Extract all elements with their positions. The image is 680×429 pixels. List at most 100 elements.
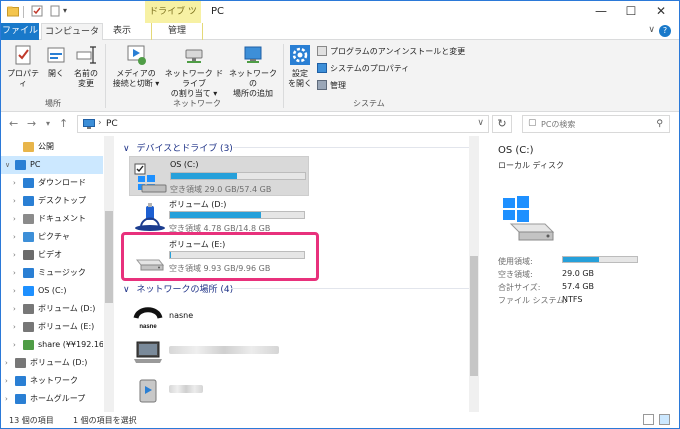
media-connect-button[interactable]: メディアの 接続と切断 ▾ [109,44,163,89]
desktop-icon [23,196,34,206]
network-item-nasne[interactable]: nasne nasne [129,302,309,332]
pc-icon [83,119,95,129]
tab-view[interactable]: 表示 [105,23,139,40]
search-box[interactable]: ▢ PCの検索 ⚲ [522,115,670,133]
chevron-right-icon[interactable]: › [13,228,16,246]
nav-item[interactable]: › ミュージック [1,264,103,282]
nav-item[interactable]: › ボリューム (D:) [1,354,103,372]
close-button[interactable]: ✕ [646,1,676,23]
chevron-right-icon[interactable]: › [13,174,16,192]
nav-item[interactable]: › デスクトップ [1,192,103,210]
tab-file[interactable]: ファイル [1,23,39,40]
window-title: PC [211,6,225,17]
open-settings-button[interactable]: 設定 を開く [285,44,315,89]
uninstall-programs-button[interactable]: プログラムのアンインストールと変更 [317,46,465,58]
new-folder-quick-icon[interactable] [49,5,61,17]
details-view-button[interactable] [643,414,654,425]
minimize-button[interactable]: — [586,1,616,23]
search-options-icon[interactable]: ▢ [528,118,537,128]
tab-manage[interactable]: 管理 [151,23,203,40]
content-scroll-thumb[interactable] [470,256,478,376]
content-scrollbar[interactable] [469,136,479,412]
forward-button[interactable]: → [27,117,36,130]
customize-quick-access-icon[interactable]: ▾ [63,6,75,18]
refresh-button[interactable]: ↻ [492,115,512,133]
public-folder-icon [23,142,34,152]
nav-item[interactable]: ∨ PC [1,156,103,174]
chevron-right-icon[interactable]: › [5,354,8,372]
navigation-scrollbar[interactable] [104,136,114,412]
devices-group-header[interactable]: ∨ デバイスとドライブ (3) [123,141,473,154]
nav-item[interactable]: › ホームグループ [1,390,103,408]
open-button[interactable]: 開く [45,44,67,79]
recent-locations-button[interactable]: ▾ [46,119,50,128]
nav-item[interactable]: › ドキュメント [1,210,103,228]
breadcrumb-pc[interactable]: PC [106,119,118,129]
tab-computer[interactable]: コンピューター [41,23,103,53]
chevron-right-icon[interactable]: › [13,318,16,336]
nav-item[interactable]: › ボリューム (E:) [1,318,103,336]
large-icons-view-button[interactable] [659,414,670,425]
network-drive-icon [23,340,34,350]
location-group-label: 場所 [45,99,61,108]
address-bar[interactable]: › PC ∨ [77,115,489,133]
chevron-right-icon[interactable]: › [13,282,16,300]
network-collapse-icon[interactable]: ∨ [123,285,130,295]
nav-item-label: ボリューム (E:) [38,322,95,331]
chevron-right-icon[interactable]: › [13,300,16,318]
open-settings-label-2: を開く [288,79,312,88]
properties-label: プロパティ [7,69,39,88]
navigation-scroll-thumb[interactable] [105,211,113,303]
map-network-drive-button[interactable]: ネットワーク ドライブ の割り当て ▾ [163,44,225,99]
drive-item-c[interactable]: OS (C:) 空き領域 29.0 GB/57.4 GB [129,156,309,196]
search-icon[interactable]: ⚲ [656,119,663,129]
nav-item[interactable]: › ダウンロード [1,174,103,192]
back-button[interactable]: ← [9,117,18,130]
network-item-media-server[interactable] [129,376,309,406]
nav-item[interactable]: 公開 [1,138,103,156]
folder-icon[interactable] [7,5,19,17]
details-filesystem-label: ファイル システム: [498,296,567,305]
chevron-right-icon[interactable]: › [5,372,8,390]
drive-item-d[interactable]: ボリューム (D:) 空き領域 4.78 GB/14.8 GB [129,196,309,236]
nav-item[interactable]: › ネットワーク [1,372,103,390]
chevron-right-icon[interactable]: › [13,336,16,354]
documents-icon [23,214,34,224]
chevron-right-icon[interactable]: › [13,246,16,264]
nav-item-label: デスクトップ [38,196,86,205]
properties-quick-icon[interactable] [31,5,43,17]
nav-item[interactable]: › ボリューム (D:) [1,300,103,318]
rename-button[interactable]: 名前の 変更 [71,44,101,89]
pc-icon [15,160,26,170]
windows-drive-icon [503,196,555,241]
breadcrumb-separator[interactable]: › [98,118,102,128]
up-button[interactable]: ↑ [59,117,68,130]
maximize-button[interactable]: ☐ [616,1,646,23]
chevron-right-icon[interactable]: › [5,390,8,408]
nav-item[interactable]: › ピクチャ [1,228,103,246]
chevron-right-icon[interactable]: › [13,264,16,282]
add-network-location-button[interactable]: ネットワークの 場所の追加 [227,44,279,99]
address-dropdown-icon[interactable]: ∨ [477,118,484,128]
system-properties-icon [317,63,327,73]
network-group-header[interactable]: ∨ ネットワークの場所 (4) [123,282,473,295]
chevron-right-icon[interactable]: › [13,210,16,228]
usage-bar [169,211,305,219]
collapse-ribbon-icon[interactable]: ∨ [648,25,655,35]
manage-button[interactable]: 管理 [317,80,346,92]
nav-item[interactable]: › share (¥¥192.168 [1,336,103,354]
homegroup-icon [15,394,26,404]
ribbon-tabs: ファイル コンピューター 表示 管理 [1,23,679,53]
nav-item[interactable]: › OS (C:) [1,282,103,300]
devices-collapse-icon[interactable]: ∨ [123,144,130,154]
status-bar: 13 個の項目 1 個の項目を選択 [1,412,679,428]
network-item-laptop[interactable] [129,337,309,367]
chevron-right-icon[interactable]: › [13,192,16,210]
group-divider [233,147,473,148]
nav-item[interactable]: › ビデオ [1,246,103,264]
system-properties-button[interactable]: システムのプロパティ [317,63,409,75]
properties-button[interactable]: プロパティ [5,44,41,89]
chevron-down-icon[interactable]: ∨ [5,156,10,174]
network-group-label: ネットワーク [173,99,221,108]
help-icon[interactable]: ? [659,25,671,37]
